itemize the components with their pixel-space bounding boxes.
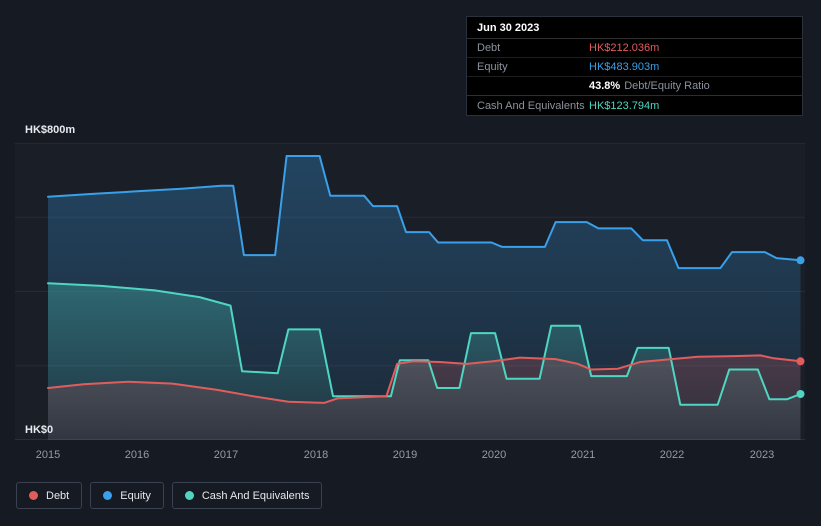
legend-debt-label: Debt [46, 489, 70, 502]
x-tick-2019: 2019 [392, 449, 418, 461]
chart-tooltip: Jun 30 2023 Debt HK$212.036m Equity HK$4… [466, 16, 803, 116]
cash-color-dot [184, 491, 194, 500]
x-tick-2023: 2023 [749, 449, 775, 461]
equity-value: HK$483.903m [589, 61, 660, 73]
tooltip-row-debt: Debt HK$212.036m [467, 39, 802, 58]
x-axis: 2015 2016 2017 2018 2019 2020 2021 2022 … [15, 449, 805, 463]
x-tick-2018: 2018 [303, 449, 329, 461]
x-tick-2020: 2020 [481, 449, 507, 461]
cash-label: Cash And Equivalents [477, 99, 585, 112]
legend-item-debt[interactable]: Debt [16, 482, 83, 509]
ratio-caption: Debt/Equity Ratio [624, 80, 710, 92]
debt-color-dot [29, 491, 38, 500]
y-axis-max-label: HK$800m [25, 124, 76, 136]
chart-legend: Debt Equity Cash And Equivalents [16, 482, 323, 509]
tooltip-row-equity: Equity HK$483.903m [467, 58, 802, 77]
tooltip-row-ratio: 43.8% Debt/Equity Ratio [467, 77, 802, 96]
equity-label: Equity [477, 61, 508, 73]
legend-item-cash[interactable]: Cash And Equivalents [171, 482, 323, 509]
ratio-percent: 43.8% [589, 80, 621, 92]
x-tick-2021: 2021 [570, 449, 596, 461]
debt-label: Debt [477, 42, 501, 54]
legend-cash-label: Cash And Equivalents [201, 489, 310, 502]
debt-value: HK$212.036m [589, 42, 660, 54]
x-tick-2017: 2017 [213, 449, 239, 461]
x-tick-2016: 2016 [124, 449, 150, 461]
tooltip-date: Jun 30 2023 [467, 17, 802, 39]
legend-item-equity[interactable]: Equity [90, 482, 164, 509]
legend-equity-label: Equity [120, 489, 151, 502]
equity-color-dot [103, 491, 113, 500]
y-axis-min-label: HK$0 [25, 424, 54, 436]
cash-value: HK$123.794m [589, 99, 660, 112]
ratio-value: 43.8% Debt/Equity Ratio [589, 80, 710, 92]
tooltip-row-cash: Cash And Equivalents HK$123.794m [467, 95, 802, 115]
x-tick-2022: 2022 [659, 449, 685, 461]
x-tick-2015: 2015 [35, 449, 61, 461]
debt-equity-history-chart[interactable] [15, 143, 805, 440]
